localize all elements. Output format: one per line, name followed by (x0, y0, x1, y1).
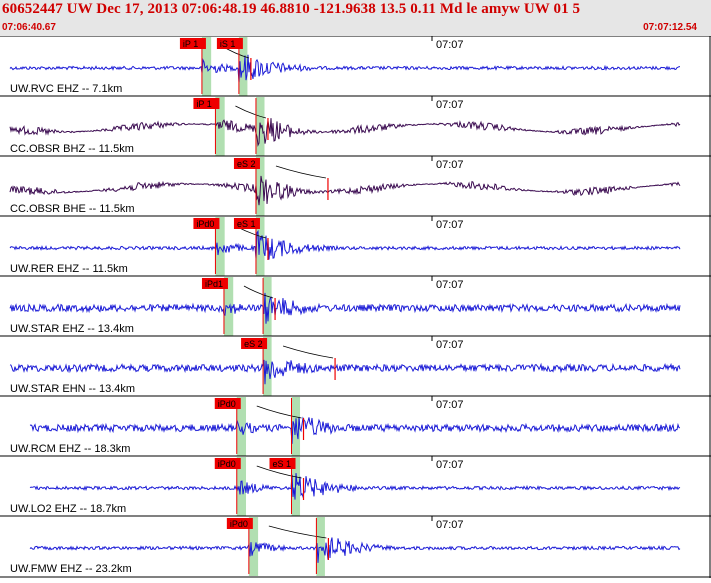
header-bar: 60652447 UW Dec 17, 2013 07:06:48.19 46.… (0, 0, 711, 36)
trace-panel: 07:07 iP 1 iS 1 UW.RVC EHZ -- 7.1km (0, 35, 711, 96)
pick-label: iPd0 (218, 399, 236, 409)
station-label: UW.RER EHZ -- 11.5km (10, 263, 128, 275)
trace-panel: 07:07 iP 1 CC.OBSR BHZ -- 11.5km (0, 95, 711, 156)
station-label: UW.RCM EHZ -- 18.3km (10, 443, 130, 455)
time-start-label: 07:06:40.67 (2, 22, 56, 33)
station-label: UW.STAR EHZ -- 13.4km (10, 323, 134, 335)
waveform (29, 537, 681, 563)
waveform (9, 118, 681, 147)
travel-time-curve (275, 165, 327, 179)
waveform (29, 416, 681, 444)
minute-tick-label: 07:07 (436, 39, 464, 51)
minute-tick-label: 07:07 (436, 459, 464, 471)
minute-tick-label: 07:07 (436, 219, 464, 231)
trace-panel: 07:07 iPd0 UW.FMW EHZ -- 23.2km (0, 515, 711, 576)
station-label: UW.STAR EHN -- 13.4km (10, 383, 135, 395)
waveform (29, 473, 681, 500)
trace-panel: 07:07 eS 2 CC.OBSR BHE -- 11.5km (0, 155, 711, 216)
pick-label: iPd0 (196, 219, 214, 229)
minute-tick-label: 07:07 (436, 159, 464, 171)
pick-label: iPd0 (218, 459, 236, 469)
pick-label: eS 2 (237, 159, 256, 169)
trace-panel: 07:07 eS 2 UW.STAR EHN -- 13.4km (0, 335, 711, 396)
pick-label: eS 1 (237, 219, 256, 229)
waveform (9, 292, 681, 324)
waveform (9, 229, 681, 260)
minute-tick-label: 07:07 (436, 279, 464, 291)
waveform (9, 54, 681, 83)
pick-label: eS 2 (244, 339, 263, 349)
waveform (9, 359, 681, 385)
station-label: CC.OBSR BHZ -- 11.5km (10, 143, 134, 155)
minute-tick-label: 07:07 (436, 339, 464, 351)
trace-panel: 07:07 iPd0 UW.RCM EHZ -- 18.3km (0, 395, 711, 456)
pick-label: eS 1 (273, 459, 292, 469)
trace-panel: 07:07 iPd0 eS 1 UW.LO2 EHZ -- 18.7km (0, 455, 711, 516)
time-end-label: 07:07:12.54 (643, 22, 697, 33)
pick-label: iP 1 (183, 39, 198, 49)
station-label: UW.RVC EHZ -- 7.1km (10, 83, 122, 95)
station-label: UW.FMW EHZ -- 23.2km (10, 563, 132, 575)
minute-tick-label: 07:07 (436, 519, 464, 531)
event-title: 60652447 UW Dec 17, 2013 07:06:48.19 46.… (2, 1, 581, 17)
station-label: CC.OBSR BHE -- 11.5km (10, 203, 135, 215)
pick-window (316, 517, 325, 576)
waveform (9, 175, 681, 206)
trace-panel: 07:07 iPd0 eS 1 UW.RER EHZ -- 11.5km (0, 215, 711, 276)
pick-label: iS 1 (220, 39, 236, 49)
travel-time-curve (282, 345, 334, 359)
pick-label: iPd0 (230, 519, 248, 529)
seismogram-svg[interactable]: 07:07 iP 1 iS 1 UW.RVC EHZ -- 7.1km 07:07 iP … (0, 35, 711, 578)
pick-label: iP 1 (196, 99, 211, 109)
minute-tick-label: 07:07 (436, 99, 464, 111)
seismogram-area[interactable]: 07:07 iP 1 iS 1 UW.RVC EHZ -- 7.1km 07:07 iP … (0, 35, 711, 578)
pick-label: iPd1 (205, 279, 223, 289)
minute-tick-label: 07:07 (436, 399, 464, 411)
trace-panel: 07:07 iPd1 UW.STAR EHZ -- 13.4km (0, 275, 711, 336)
station-label: UW.LO2 EHZ -- 18.7km (10, 503, 126, 515)
